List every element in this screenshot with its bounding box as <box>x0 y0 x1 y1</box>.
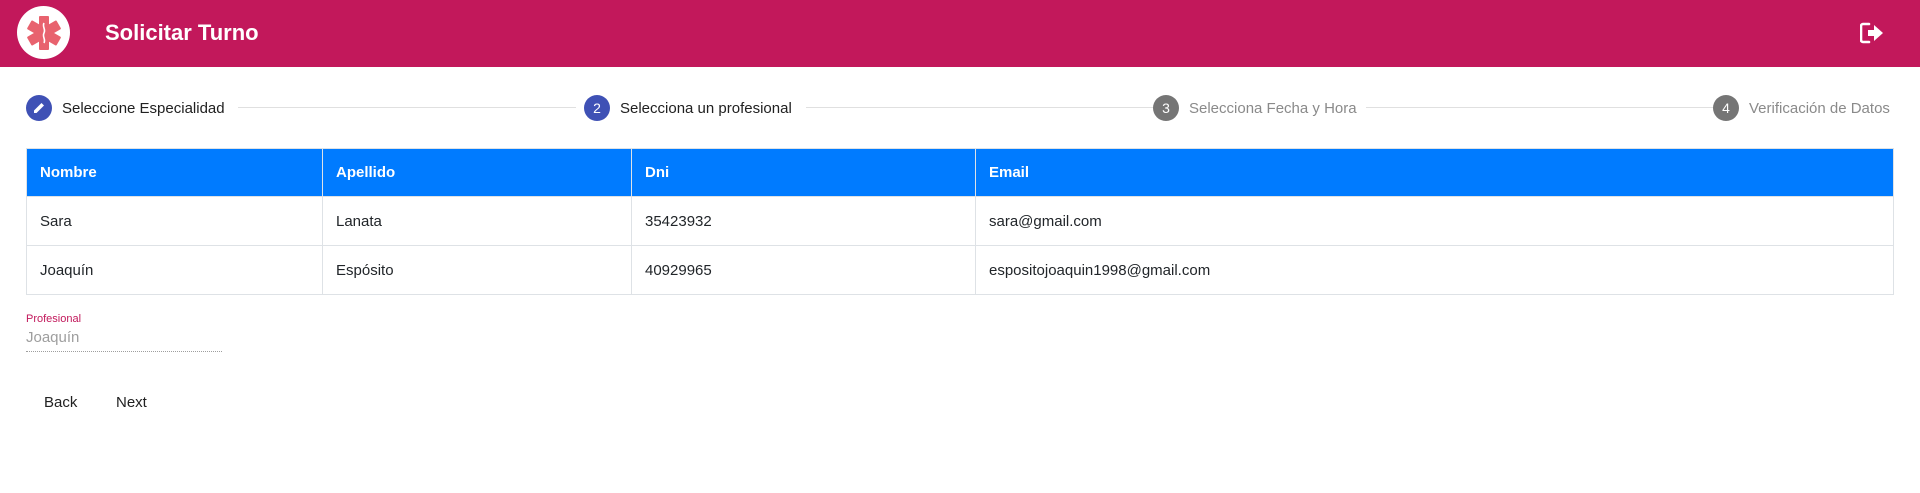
column-header-email: Email <box>975 148 1894 197</box>
cell-apellido: Espósito <box>322 245 632 295</box>
cell-nombre: Sara <box>26 196 323 246</box>
edit-icon <box>26 95 52 121</box>
back-button[interactable]: Back <box>26 384 95 420</box>
step-connector <box>1366 107 1734 108</box>
profesional-field: Profesional Joaquín <box>26 312 222 352</box>
table-row[interactable]: Sara Lanata 35423932 sara@gmail.com <box>26 196 1894 246</box>
step-label: Seleccione Especialidad <box>62 99 225 117</box>
cell-dni: 40929965 <box>631 245 976 295</box>
medical-star-icon[interactable] <box>17 6 70 59</box>
step-number-badge: 2 <box>584 95 610 121</box>
table-header-row: Nombre Apellido Dni Email <box>26 148 1894 197</box>
next-button[interactable]: Next <box>98 384 165 420</box>
step-connector <box>806 107 1170 108</box>
step-label: Selecciona Fecha y Hora <box>1189 99 1357 117</box>
step-number-badge: 3 <box>1153 95 1179 121</box>
profesional-field-label: Profesional <box>26 313 82 325</box>
profesionales-table: Nombre Apellido Dni Email Sara Lanata 35… <box>26 148 1894 295</box>
table-row[interactable]: Joaquín Espósito 40929965 espositojoaqui… <box>26 245 1894 295</box>
top-app-bar: Solicitar Turno <box>0 0 1920 67</box>
cell-dni: 35423932 <box>631 196 976 246</box>
step-selecciona-profesional[interactable]: 2 Selecciona un profesional <box>584 94 792 122</box>
page-title: Solicitar Turno <box>105 20 259 45</box>
column-header-nombre: Nombre <box>26 148 323 197</box>
step-selecciona-fecha-hora[interactable]: 3 Selecciona Fecha y Hora <box>1153 94 1357 122</box>
stepper: Seleccione Especialidad 2 Selecciona un … <box>26 94 1894 122</box>
profesional-input[interactable]: Joaquín <box>26 328 222 352</box>
column-header-apellido: Apellido <box>322 148 632 197</box>
cell-email: espositojoaquin1998@gmail.com <box>975 245 1894 295</box>
step-seleccione-especialidad[interactable]: Seleccione Especialidad <box>26 94 225 122</box>
column-header-dni: Dni <box>631 148 976 197</box>
step-verificacion-datos[interactable]: 4 Verificación de Datos <box>1713 94 1890 122</box>
cell-apellido: Lanata <box>322 196 632 246</box>
sign-out-icon[interactable] <box>1859 20 1885 46</box>
step-label: Verificación de Datos <box>1749 99 1890 117</box>
cell-nombre: Joaquín <box>26 245 323 295</box>
step-label: Selecciona un profesional <box>620 99 792 117</box>
step-number-badge: 4 <box>1713 95 1739 121</box>
step-connector <box>238 107 576 108</box>
cell-email: sara@gmail.com <box>975 196 1894 246</box>
